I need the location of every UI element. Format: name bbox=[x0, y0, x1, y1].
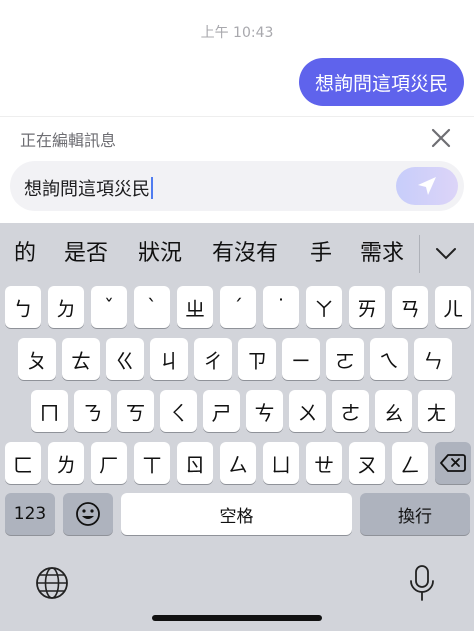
key[interactable]: ㄒ bbox=[134, 442, 170, 484]
close-button[interactable] bbox=[426, 123, 456, 153]
key[interactable]: ㄨ bbox=[289, 390, 326, 432]
globe-button[interactable] bbox=[34, 565, 70, 601]
home-indicator bbox=[152, 615, 322, 621]
candidate-item[interactable]: 是否 bbox=[64, 223, 108, 285]
key[interactable]: ㄉ bbox=[48, 286, 84, 328]
close-icon bbox=[431, 128, 451, 148]
key[interactable]: ㄈ bbox=[5, 442, 41, 484]
emoji-key[interactable] bbox=[63, 493, 113, 535]
key[interactable]: ㄢ bbox=[392, 286, 428, 328]
key[interactable]: ㄧ bbox=[282, 338, 320, 380]
microphone-icon bbox=[410, 565, 434, 601]
sent-message-bubble[interactable]: 想詢問這項災民 bbox=[298, 58, 464, 106]
key[interactable]: ㄤ bbox=[418, 390, 455, 432]
input-text-wrap: 想詢問這項災民 bbox=[24, 175, 153, 201]
key[interactable]: ㄌ bbox=[48, 442, 84, 484]
space-key[interactable]: 空格 bbox=[121, 493, 352, 535]
key[interactable]: ㄛ bbox=[326, 338, 364, 380]
return-key[interactable]: 換行 bbox=[360, 493, 470, 535]
key[interactable]: ㄜ bbox=[332, 390, 369, 432]
key[interactable]: ㄙ bbox=[220, 442, 256, 484]
key[interactable]: ㄡ bbox=[349, 442, 385, 484]
key[interactable]: ㄠ bbox=[375, 390, 412, 432]
key[interactable]: ㄔ bbox=[194, 338, 232, 380]
key[interactable]: ㄍ bbox=[106, 338, 144, 380]
key[interactable]: ㄏ bbox=[91, 442, 127, 484]
send-icon bbox=[418, 177, 436, 195]
key[interactable]: ㄎ bbox=[117, 390, 154, 432]
key[interactable]: ㄇ bbox=[31, 390, 68, 432]
key[interactable]: ㄣ bbox=[414, 338, 452, 380]
key[interactable]: ㄆ bbox=[18, 338, 56, 380]
key[interactable]: ㄕ bbox=[203, 390, 240, 432]
key[interactable]: ㄐ bbox=[150, 338, 188, 380]
key[interactable]: ˇ bbox=[91, 286, 127, 328]
candidate-divider bbox=[419, 235, 420, 273]
key[interactable]: ㄊ bbox=[62, 338, 100, 380]
emoji-icon bbox=[76, 502, 100, 526]
key[interactable]: ㄑ bbox=[160, 390, 197, 432]
microphone-button[interactable] bbox=[407, 563, 437, 603]
backspace-icon bbox=[440, 454, 466, 472]
key[interactable]: ㄗ bbox=[238, 338, 276, 380]
key[interactable]: ㄟ bbox=[370, 338, 408, 380]
candidate-item[interactable]: 有沒有 bbox=[212, 223, 278, 285]
key[interactable]: ㄋ bbox=[74, 390, 111, 432]
text-caret bbox=[151, 177, 153, 199]
globe-icon bbox=[36, 567, 68, 599]
keyboard: 的 是否 狀況 有沒有 手 需求 ㄅ ㄉ ˇ ˋ ㄓ ˊ ˙ ㄚ ㄞ ㄢ ㄦ ㄆ… bbox=[0, 223, 474, 631]
send-button[interactable] bbox=[396, 167, 458, 205]
candidate-item[interactable]: 手 bbox=[310, 223, 332, 285]
key[interactable]: ˊ bbox=[220, 286, 256, 328]
key[interactable]: ㄥ bbox=[392, 442, 428, 484]
edit-label: 正在編輯訊息 bbox=[20, 131, 117, 150]
key[interactable]: ㄩ bbox=[263, 442, 299, 484]
candidate-item[interactable]: 需求 bbox=[360, 223, 404, 285]
key[interactable]: ㄚ bbox=[306, 286, 342, 328]
message-input[interactable]: 想詢問這項災民 bbox=[10, 161, 464, 211]
key[interactable]: ㄖ bbox=[177, 442, 213, 484]
expand-candidates-button[interactable] bbox=[426, 237, 466, 271]
candidate-item[interactable]: 的 bbox=[14, 223, 36, 285]
backspace-key[interactable] bbox=[435, 442, 471, 484]
edit-message-bar: 正在編輯訊息 bbox=[0, 116, 474, 160]
candidate-item[interactable]: 狀況 bbox=[138, 223, 182, 285]
chevron-down-icon bbox=[436, 248, 456, 260]
key[interactable]: ˙ bbox=[263, 286, 299, 328]
numbers-key[interactable]: 123 bbox=[5, 493, 55, 535]
key[interactable]: ㄅ bbox=[5, 286, 41, 328]
key[interactable]: ㄦ bbox=[435, 286, 471, 328]
key[interactable]: ㄞ bbox=[349, 286, 385, 328]
key[interactable]: ㄝ bbox=[306, 442, 342, 484]
timestamp: 上午 10:43 bbox=[200, 25, 274, 41]
candidate-bar: 的 是否 狀況 有沒有 手 需求 bbox=[0, 223, 474, 285]
input-value: 想詢問這項災民 bbox=[24, 179, 150, 200]
key[interactable]: ˋ bbox=[134, 286, 170, 328]
key[interactable]: ㄘ bbox=[246, 390, 283, 432]
key[interactable]: ㄓ bbox=[177, 286, 213, 328]
